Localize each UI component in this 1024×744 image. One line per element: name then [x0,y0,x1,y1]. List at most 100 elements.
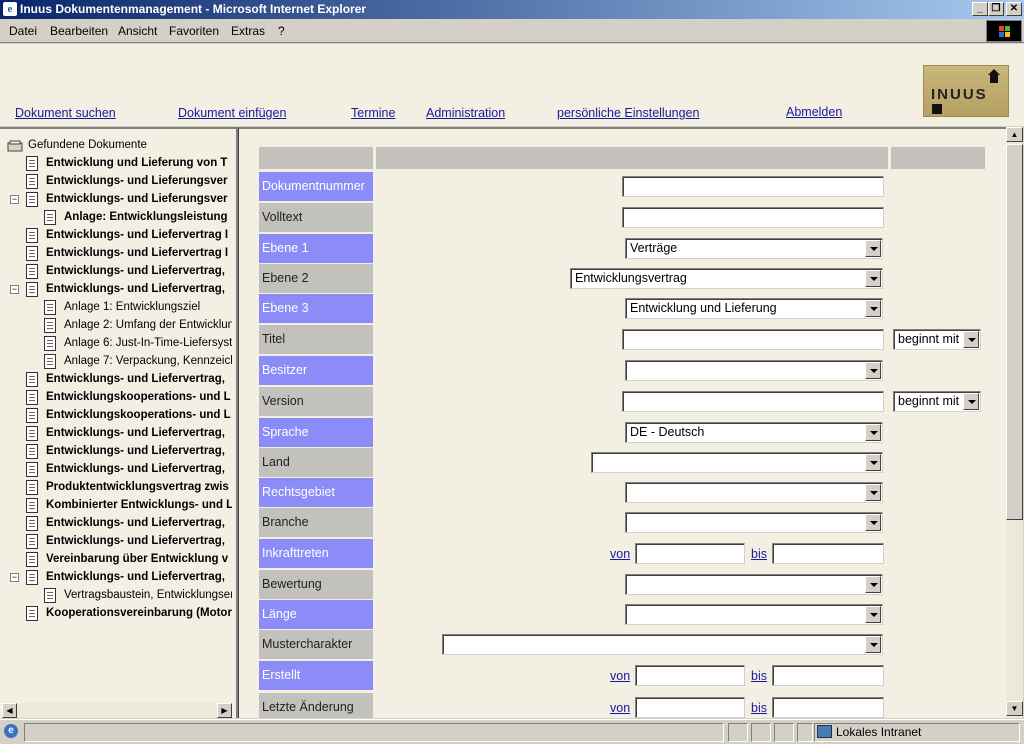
nav-dokument-suchen[interactable]: Dokument suchen [15,106,116,120]
minimize-button[interactable]: _ [972,2,988,16]
nav-abmelden[interactable]: Abmelden [786,105,842,119]
field-label: Ebene 3 [259,294,373,323]
nav-dokument-einfuegen[interactable]: Dokument einfügen [178,106,286,120]
scroll-right-button[interactable]: ▶ [217,703,232,718]
document-icon [44,300,56,315]
selected-value: Entwicklung und Lieferung [630,301,777,315]
logo-square [932,104,942,114]
sprache-select[interactable]: DE - Deutsch [625,422,883,443]
nav-administration[interactable]: Administration [426,106,505,120]
form-row-volltext: Volltext [259,203,375,232]
restore-button[interactable]: ❐ [988,2,1004,16]
menu-bearbeiten[interactable]: Bearbeiten [50,24,108,38]
document-icon [26,606,38,621]
letzte-aenderung-bis-link[interactable]: bis [751,701,767,715]
form-row-rechtsgebiet: Rechtsgebiet [259,478,375,507]
tree-item-label: Entwicklungs- und Lieferungsver [46,193,228,205]
nav-termine[interactable]: Termine [351,106,395,120]
letzte-aenderung-von-link[interactable]: von [610,701,630,715]
field-label: Bewertung [259,570,373,599]
laenge-select[interactable] [625,604,883,625]
scroll-up-button[interactable]: ▲ [1006,127,1023,142]
tree-item-label: Anlage 1: Entwicklungsziel [64,301,201,313]
tree-item-label: Entwicklungs- und Liefervertrag, [46,571,225,583]
besitzer-select[interactable] [625,360,883,381]
menu-datei[interactable]: Datei [9,24,37,38]
scroll-down-button[interactable]: ▼ [1006,701,1023,716]
dropdown-arrow-icon[interactable] [963,393,979,410]
document-icon [26,534,38,549]
dropdown-arrow-icon[interactable] [865,454,881,471]
ebene-1-select[interactable]: Verträge [625,238,883,259]
ebene-2-select[interactable]: Entwicklungsvertrag [570,268,883,289]
field-label: Länge [259,600,373,629]
field-label: Branche [259,508,373,537]
dropdown-arrow-icon[interactable] [865,424,881,441]
document-tree: Gefundene Dokumente Entwicklung und Lief… [0,127,236,718]
collapse-icon[interactable]: − [10,573,19,582]
erstellt-von-link[interactable]: von [610,669,630,683]
branche-select[interactable] [625,512,883,533]
menu-help[interactable]: ? [278,24,285,38]
nav-persoenliche-einstellungen[interactable]: persönliche Einstellungen [557,106,699,120]
menu-favoriten[interactable]: Favoriten [169,24,219,38]
bewertung-select[interactable] [625,574,883,595]
titel-input[interactable] [622,329,884,350]
document-icon [44,318,56,333]
dropdown-arrow-icon[interactable] [865,300,881,317]
erstellt-to-input[interactable] [772,665,884,686]
rechtsgebiet-select[interactable] [625,482,883,503]
tree-item-label: Entwicklungs- und Liefervertrag, [46,463,225,475]
document-icon [26,282,38,297]
letzte-aenderung-from-input[interactable] [635,697,745,718]
land-select[interactable] [591,452,883,473]
field-label: Ebene 2 [259,264,373,293]
dropdown-arrow-icon[interactable] [865,270,881,287]
scroll-left-button[interactable]: ◀ [2,703,17,718]
inkrafttreten-to-input[interactable] [772,543,884,564]
dokumentnummer-input[interactable] [622,176,884,197]
tree-horizontal-scrollbar[interactable]: ◀ ▶ [2,703,232,718]
inkrafttreten-from-input[interactable] [635,543,745,564]
dropdown-arrow-icon[interactable] [865,606,881,623]
letzte-aenderung-to-input[interactable] [772,697,884,718]
vertical-scrollbar[interactable]: ▲ ▼ [1006,127,1023,718]
form-row-mustercharakter: Mustercharakter [259,630,375,659]
version-input[interactable] [622,391,884,412]
scrollbar-thumb[interactable] [1006,144,1023,520]
dropdown-arrow-icon[interactable] [865,636,881,653]
collapse-icon[interactable]: − [10,195,19,204]
titel-operator-select[interactable]: beginnt mit [893,329,981,350]
form-row-version: Version [259,387,375,416]
inkrafttreten-von-link[interactable]: von [610,547,630,561]
page-status-icon: e [4,724,18,738]
dropdown-arrow-icon[interactable] [865,362,881,379]
document-icon [26,570,38,585]
document-icon [44,336,56,351]
tree-item-label: Entwicklungskooperations- und L [46,409,231,421]
erstellt-from-input[interactable] [635,665,745,686]
collapse-icon[interactable]: − [10,285,19,294]
windows-logo-icon [986,20,1022,42]
tree-item-label: Entwicklungs- und Lieferungsver [46,175,228,187]
tree-item-label: Entwicklungskooperations- und L [46,391,231,403]
erstellt-bis-link[interactable]: bis [751,669,767,683]
dropdown-arrow-icon[interactable] [865,484,881,501]
inkrafttreten-bis-link[interactable]: bis [751,547,767,561]
menu-extras[interactable]: Extras [231,24,265,38]
ie-icon[interactable]: e [3,2,17,16]
ebene-3-select[interactable]: Entwicklung und Lieferung [625,298,883,319]
dropdown-arrow-icon[interactable] [963,331,979,348]
version-operator-select[interactable]: beginnt mit [893,391,981,412]
volltext-input[interactable] [622,207,884,228]
field-label: Mustercharakter [259,630,373,659]
dropdown-arrow-icon[interactable] [865,240,881,257]
dropdown-arrow-icon[interactable] [865,514,881,531]
menu-ansicht[interactable]: Ansicht [118,24,157,38]
close-button[interactable]: ✕ [1006,2,1022,16]
dropdown-arrow-icon[interactable] [865,576,881,593]
field-label: Besitzer [259,356,373,385]
mustercharakter-select[interactable] [442,634,883,655]
document-icon [26,426,38,441]
field-label: Dokumentnummer [259,172,373,201]
